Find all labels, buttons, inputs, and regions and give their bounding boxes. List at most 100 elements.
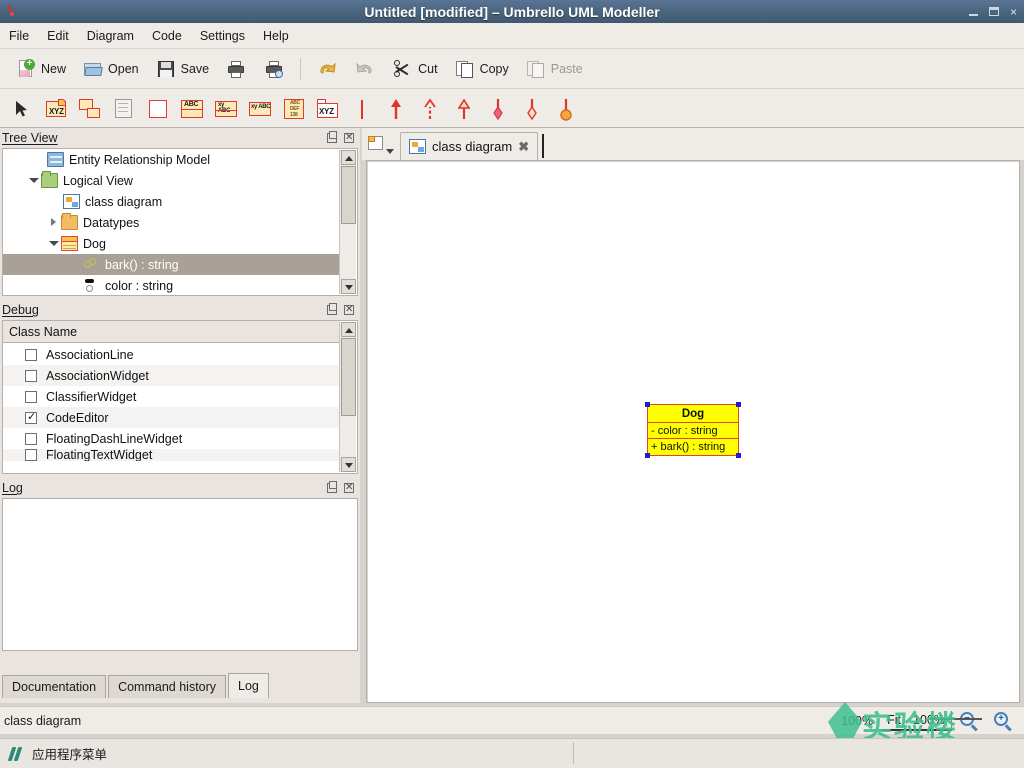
tree-view-scrollbar[interactable] [339, 150, 356, 294]
save-button[interactable]: Save [148, 54, 217, 84]
log-close-button[interactable]: ✕ [343, 482, 356, 495]
scroll-up-button[interactable] [341, 322, 356, 337]
new-button[interactable]: + New [8, 54, 73, 84]
scroll-thumb[interactable] [341, 338, 356, 416]
undo-button[interactable] [309, 54, 345, 84]
menu-code[interactable]: Code [143, 26, 191, 46]
scroll-up-button[interactable] [341, 150, 356, 165]
row-checkbox[interactable] [25, 410, 37, 424]
tree-item-logical-view[interactable]: Logical View [3, 170, 340, 191]
umbrello-icon [4, 4, 22, 20]
datatype-tool-button[interactable]: xy ABC [212, 95, 238, 121]
redo-button[interactable] [347, 54, 383, 84]
debug-row[interactable]: AssociationLine [3, 344, 340, 365]
scissors-icon [392, 58, 414, 80]
composition-tool-button[interactable] [484, 95, 510, 121]
paste-button[interactable]: Paste [518, 54, 590, 84]
debug-close-button[interactable]: ✕ [343, 304, 356, 317]
uml-class-widget-dog[interactable]: Dog - color : string + bark() : string [645, 402, 741, 458]
select-tool-button[interactable] [8, 95, 34, 121]
menu-help[interactable]: Help [254, 26, 298, 46]
row-checkbox[interactable] [25, 390, 37, 403]
tab-log[interactable]: Log [228, 673, 269, 698]
tab-documentation[interactable]: Documentation [2, 675, 107, 698]
debug-float-button[interactable] [326, 302, 339, 317]
copy-button-label: Copy [479, 61, 509, 76]
resize-handle-bottom-right[interactable] [736, 453, 741, 458]
row-checkbox[interactable] [25, 369, 37, 382]
tree-item-color-attribute[interactable]: color : string [3, 275, 340, 295]
tree-item-dog[interactable]: Dog [3, 233, 340, 254]
debug-row[interactable]: AssociationWidget [3, 365, 340, 386]
resize-handle-bottom-left[interactable] [645, 453, 650, 458]
debug-column-header[interactable]: Class Name [3, 321, 340, 343]
copy-button[interactable]: Copy [447, 54, 516, 84]
tree-item-bark-operation[interactable]: bark() : string [3, 254, 340, 275]
open-button[interactable]: Open [75, 54, 146, 84]
zoom-slider[interactable] [930, 718, 982, 720]
menu-file[interactable]: File [0, 26, 38, 46]
note-tool-button[interactable] [110, 95, 136, 121]
close-icon[interactable]: ✖ [518, 139, 529, 155]
scroll-down-button[interactable] [341, 279, 356, 294]
tree-item-entity-relationship-model[interactable]: Entity Relationship Model [3, 149, 340, 170]
chevron-down-icon[interactable] [27, 174, 40, 187]
log-float-button[interactable] [326, 480, 339, 495]
open-folder-icon [82, 58, 104, 80]
enum-tool-button[interactable]: xy ABC [246, 95, 272, 121]
scroll-down-button[interactable] [341, 457, 356, 472]
menu-diagram[interactable]: Diagram [78, 26, 143, 46]
new-diagram-dropdown-icon[interactable] [368, 134, 396, 156]
class-tool-button[interactable]: XYZ [42, 95, 68, 121]
taskbar-divider [573, 742, 574, 764]
application-launcher[interactable]: 应用程序菜单 [7, 744, 107, 763]
resize-handle-top-right[interactable] [736, 402, 741, 407]
package-tool-button[interactable]: XYZ [314, 95, 340, 121]
row-label: FloatingDashLineWidget [46, 431, 183, 446]
chevron-down-icon[interactable] [47, 237, 60, 250]
resize-handle-top-left[interactable] [645, 402, 650, 407]
tree-item-datatypes[interactable]: Datatypes [3, 212, 340, 233]
minimize-button[interactable] [967, 5, 980, 18]
tab-command-history[interactable]: Command history [108, 675, 227, 698]
tree-item-class-diagram[interactable]: class diagram [3, 191, 340, 212]
log-text-area[interactable] [2, 498, 358, 651]
row-checkbox[interactable] [25, 432, 37, 445]
print-button[interactable] [218, 54, 254, 84]
diagram-tab-class-diagram[interactable]: class diagram ✖ [400, 132, 539, 160]
entity-tool-button[interactable]: ABC DEF 138 [280, 95, 306, 121]
fit-button[interactable]: Fit [881, 711, 908, 731]
debug-body: Class Name AssociationLine AssociationWi… [2, 320, 358, 474]
association-tool-button[interactable] [348, 95, 374, 121]
menu-settings[interactable]: Settings [191, 26, 254, 46]
maximize-button[interactable] [987, 5, 1000, 18]
debug-row[interactable]: FloatingDashLineWidget [3, 428, 340, 449]
cut-button[interactable]: Cut [385, 54, 444, 84]
generalization-tool-button[interactable] [382, 95, 408, 121]
menu-edit[interactable]: Edit [38, 26, 78, 46]
row-label: CodeEditor [46, 410, 109, 425]
debug-row[interactable]: FloatingTextWidget [3, 449, 340, 461]
containment-tool-button[interactable] [552, 95, 578, 121]
tree-view-float-button[interactable] [326, 130, 339, 145]
close-button[interactable]: × [1007, 5, 1020, 18]
debug-row[interactable]: CodeEditor [3, 407, 340, 428]
scroll-thumb[interactable] [341, 166, 356, 224]
debug-scrollbar[interactable] [339, 322, 356, 472]
interface-tool-button[interactable]: ABC [178, 95, 204, 121]
dependency-tool-button[interactable] [416, 95, 442, 121]
object-tool-button[interactable] [76, 95, 102, 121]
tree-view-close-button[interactable]: ✕ [343, 132, 356, 145]
row-checkbox[interactable] [25, 348, 37, 361]
aggregation-tool-button[interactable] [518, 95, 544, 121]
realization-tool-button[interactable] [450, 95, 476, 121]
print-preview-button[interactable] [256, 54, 292, 84]
debug-row[interactable]: ClassifierWidget [3, 386, 340, 407]
box-tool-button[interactable] [144, 95, 170, 121]
zoom-value-button[interactable]: 100% [907, 710, 952, 731]
chevron-right-icon[interactable] [47, 216, 60, 229]
zoom-out-icon[interactable]: − [958, 710, 980, 732]
row-checkbox[interactable] [25, 449, 37, 461]
zoom-in-icon[interactable]: + [992, 710, 1014, 732]
filled-diamond-icon [493, 99, 503, 121]
